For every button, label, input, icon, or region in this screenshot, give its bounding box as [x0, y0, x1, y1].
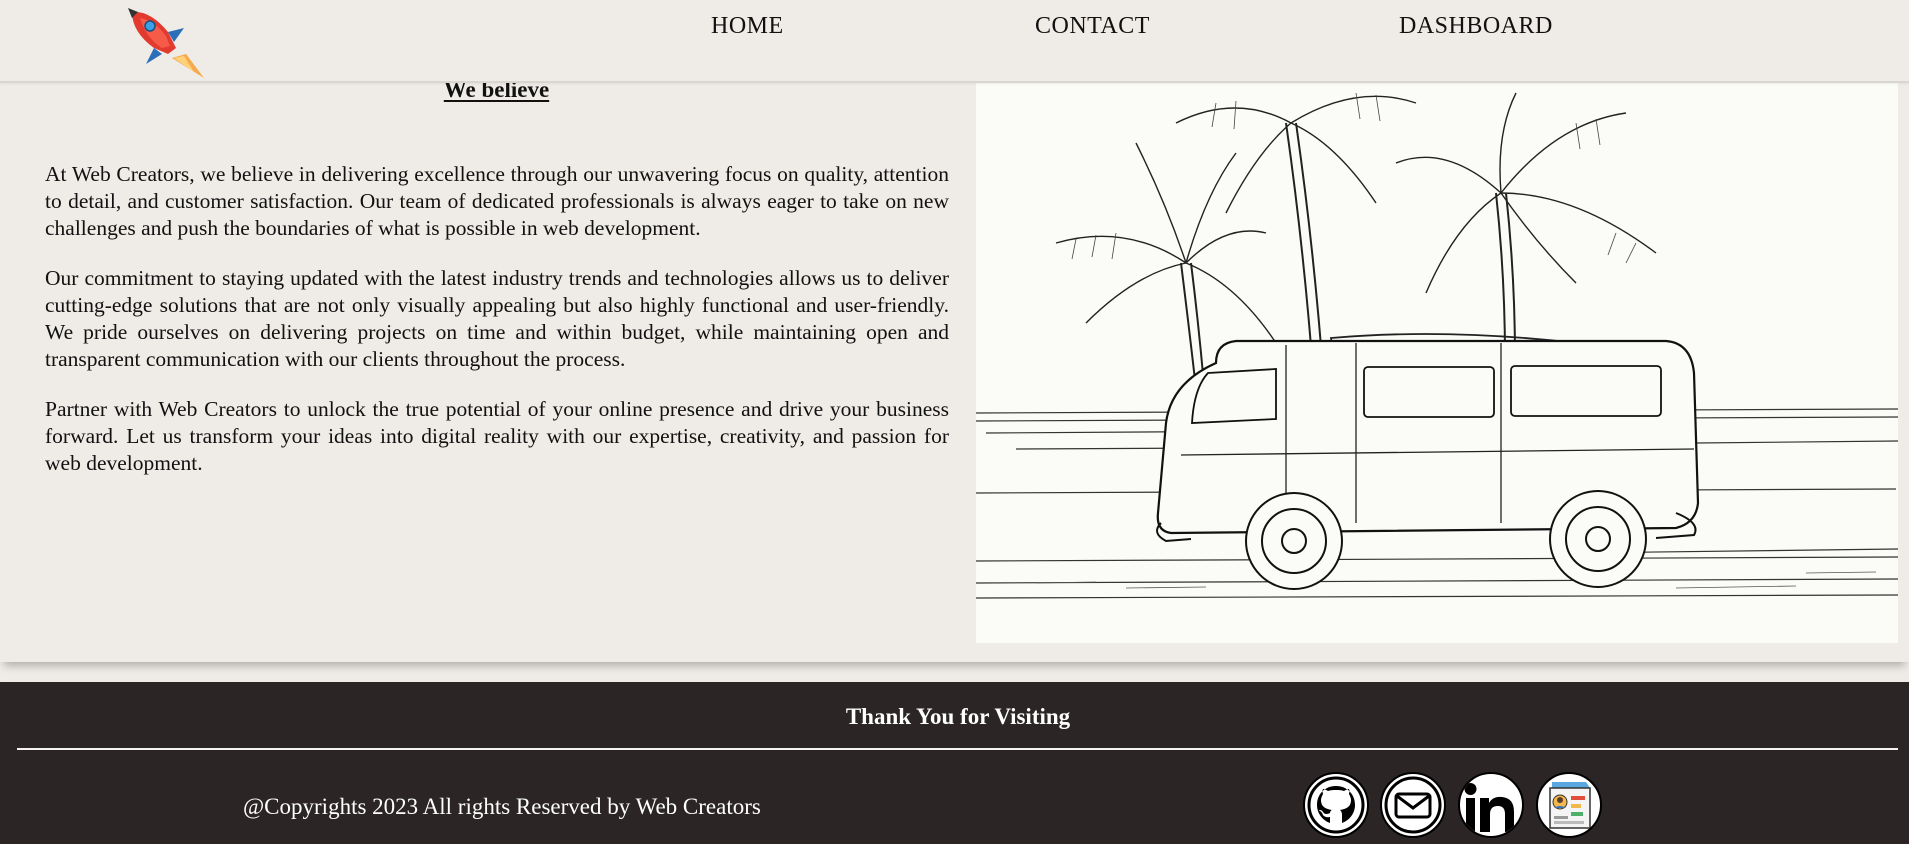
- resume-icon[interactable]: [1536, 772, 1602, 838]
- about-text: At Web Creators, we believe in deliverin…: [45, 161, 949, 500]
- footer-title: Thank You for Visiting: [845, 704, 1071, 729]
- copyright-text: @Copyrights 2023 All rights Reserved by …: [243, 794, 761, 819]
- about-section: We believe At Web Creators, we believe i…: [0, 77, 1909, 662]
- nav-home-link[interactable]: HOME: [711, 13, 784, 40]
- paragraph: At Web Creators, we believe in deliverin…: [45, 162, 949, 240]
- nav-dashboard-link[interactable]: DASHBOARD: [1399, 13, 1553, 40]
- footer: Thank You for Visiting @Copyrights 2023 …: [0, 682, 1909, 844]
- paragraph: Our commitment to staying updated with t…: [45, 266, 949, 371]
- rocket-logo-icon[interactable]: [128, 8, 208, 78]
- github-icon[interactable]: [1303, 772, 1369, 838]
- linkedin-icon[interactable]: [1458, 772, 1524, 838]
- footer-divider: [17, 748, 1898, 750]
- mail-icon[interactable]: [1380, 772, 1446, 838]
- paragraph: Partner with Web Creators to unlock the …: [45, 397, 949, 475]
- navbar: HOME CONTACT DASHBOARD: [0, 0, 1909, 83]
- van-palm-illustration: [976, 83, 1898, 643]
- nav-contact-link[interactable]: CONTACT: [1035, 13, 1150, 40]
